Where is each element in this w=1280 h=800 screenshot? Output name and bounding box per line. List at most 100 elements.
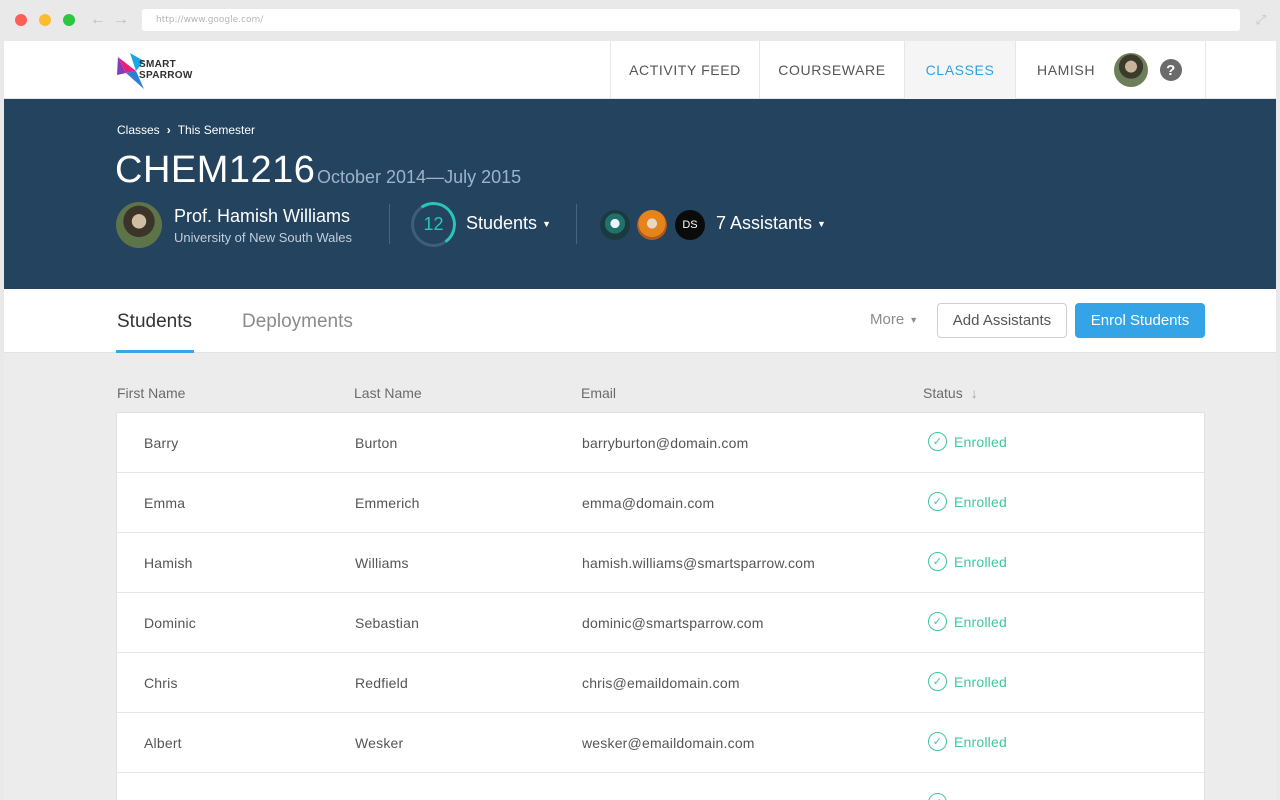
cell-email: dominic@smartsparrow.com: [582, 615, 764, 631]
table-row[interactable]: Albert Wesker wesker@emaildomain.com ✓ En…: [117, 713, 1204, 773]
assistant-avatar[interactable]: [600, 210, 630, 240]
arrow-left-icon[interactable]: ←: [90, 10, 106, 30]
status-badge: ✓ Enrolled: [928, 612, 1007, 631]
breadcrumb-current: This Semester: [177, 123, 256, 137]
status-badge: ✓ Enrolled: [928, 492, 1007, 511]
professor-avatar: [116, 202, 162, 248]
caret-down-icon: ▼: [542, 219, 551, 230]
column-header-first-name[interactable]: First Name: [117, 385, 185, 401]
more-dropdown[interactable]: More ▼: [870, 311, 918, 328]
cell-last-name: Redfield: [355, 675, 408, 691]
assistant-avatar-initials[interactable]: DS: [675, 210, 705, 240]
status-label: Enrolled: [954, 493, 1007, 510]
cell-last-name: Wesker: [355, 735, 404, 751]
status-badge: ✓ Enrolled: [928, 732, 1007, 751]
minimize-window-button[interactable]: [39, 14, 51, 26]
table-row[interactable]: Hamish Williams hamish.williams@smartspa…: [117, 533, 1204, 593]
table-row[interactable]: Emma Emmerich emma@domain.com ✓ Enrolled: [117, 473, 1204, 533]
top-navigation: SMART SPARROW ACTIVITY FEED COURSEWARE C…: [4, 41, 1276, 99]
arrow-right-icon[interactable]: →: [113, 10, 129, 30]
table-row[interactable]: ✓: [117, 773, 1204, 800]
cell-last-name: Emmerich: [355, 495, 420, 511]
professor-name: Prof. Hamish Williams: [174, 206, 351, 226]
column-header-status[interactable]: Status ↓: [923, 385, 978, 401]
active-tab-indicator: [116, 350, 194, 353]
user-menu[interactable]: HAMISH ?: [1015, 41, 1206, 99]
breadcrumb-classes[interactable]: Classes: [117, 123, 160, 137]
check-circle-icon: ✓: [928, 552, 947, 571]
divider: [576, 204, 577, 244]
cell-email: wesker@emaildomain.com: [582, 735, 755, 751]
breadcrumb: Classes › This Semester: [117, 123, 255, 137]
status-label: Enrolled: [954, 433, 1007, 450]
chevron-right-icon: ›: [166, 123, 171, 137]
column-header-last-name[interactable]: Last Name: [354, 385, 422, 401]
professor-university: University of New South Wales: [174, 230, 352, 245]
cell-first-name: Dominic: [144, 615, 196, 631]
column-header-email[interactable]: Email: [581, 385, 616, 401]
cell-email: emma@domain.com: [582, 495, 715, 511]
status-badge: ✓ Enrolled: [928, 432, 1007, 451]
students-dropdown[interactable]: Students ▼: [466, 213, 551, 234]
nav-classes[interactable]: CLASSES: [904, 41, 1015, 99]
check-circle-icon: ✓: [928, 432, 947, 451]
maximize-window-button[interactable]: [63, 14, 75, 26]
caret-down-icon: ▼: [909, 315, 919, 326]
status-label: Enrolled: [954, 553, 1007, 570]
cell-first-name: Barry: [144, 435, 179, 451]
browser-chrome: ← → http://www.google.com/ ⤢: [0, 0, 1280, 41]
assistant-avatar[interactable]: [637, 210, 667, 240]
user-avatar[interactable]: [1114, 53, 1149, 87]
add-assistants-button[interactable]: Add Assistants: [937, 303, 1067, 338]
sort-down-icon[interactable]: ↓: [971, 385, 978, 401]
tab-deployments[interactable]: Deployments: [242, 311, 353, 333]
logo-line-2: SPARROW: [139, 70, 193, 81]
table-header: First Name Last Name Email Status ↓: [117, 385, 1205, 405]
cell-last-name: Sebastian: [355, 615, 420, 631]
user-name: HAMISH: [1037, 62, 1096, 78]
assistants-dropdown[interactable]: 7 Assistants ▼: [716, 213, 826, 234]
nav-activity-feed[interactable]: ACTIVITY FEED: [610, 41, 759, 99]
close-window-button[interactable]: [15, 14, 27, 26]
students-table: Barry Burton barryburton@domain.com ✓ Enr…: [116, 412, 1205, 800]
tab-students[interactable]: Students: [117, 311, 192, 333]
url-bar[interactable]: http://www.google.com/: [142, 9, 1240, 31]
nav-courseware[interactable]: COURSEWARE: [759, 41, 904, 99]
enrol-students-button[interactable]: Enrol Students: [1075, 303, 1205, 338]
tabs-bar: Students Deployments More ▼ Add Assistant…: [4, 289, 1276, 353]
cell-email: hamish.williams@smartsparrow.com: [582, 555, 815, 571]
logo-line-1: SMART: [139, 59, 177, 70]
check-circle-icon: ✓: [928, 672, 947, 691]
expand-icon[interactable]: ⤢: [1256, 12, 1266, 28]
status-badge: ✓ Enrolled: [928, 552, 1007, 571]
check-circle-icon: ✓: [928, 612, 947, 631]
logo-text: SMART SPARROW: [139, 59, 193, 81]
nav-menu: ACTIVITY FEED COURSEWARE CLASSES HAMISH …: [610, 41, 1206, 99]
class-header: Classes › This Semester CHEM1216 October…: [4, 99, 1276, 289]
page-title: CHEM1216: [115, 149, 316, 191]
table-row[interactable]: Dominic Sebastian dominic@smartsparrow.c…: [117, 593, 1204, 653]
check-circle-icon: ✓: [928, 492, 947, 511]
page: SMART SPARROW ACTIVITY FEED COURSEWARE C…: [4, 41, 1276, 800]
assistants-dropdown-label: 7 Assistants: [716, 213, 813, 233]
course-dates: October 2014—July 2015: [317, 167, 522, 187]
status-label: Enrolled: [954, 613, 1007, 630]
check-circle-icon: ✓: [928, 732, 947, 751]
status-label: Enrolled: [954, 673, 1007, 690]
students-dropdown-label: Students: [466, 213, 538, 233]
table-row[interactable]: Chris Redfield chris@emaildomain.com ✓ En…: [117, 653, 1204, 713]
cell-first-name: Emma: [144, 495, 186, 511]
more-dropdown-label: More: [870, 311, 905, 328]
student-count: 12: [423, 214, 444, 234]
cell-last-name: Williams: [355, 555, 409, 571]
status-badge: ✓: [928, 793, 954, 800]
caret-down-icon: ▼: [817, 219, 826, 230]
column-header-status-label: Status: [923, 385, 963, 401]
cell-first-name: Hamish: [144, 555, 193, 571]
table-row[interactable]: Barry Burton barryburton@domain.com ✓ Enr…: [117, 413, 1204, 473]
help-icon[interactable]: ?: [1160, 59, 1183, 81]
cell-email: chris@emaildomain.com: [582, 675, 740, 691]
cell-last-name: Burton: [355, 435, 398, 451]
cell-first-name: Chris: [144, 675, 178, 691]
status-badge: ✓ Enrolled: [928, 672, 1007, 691]
